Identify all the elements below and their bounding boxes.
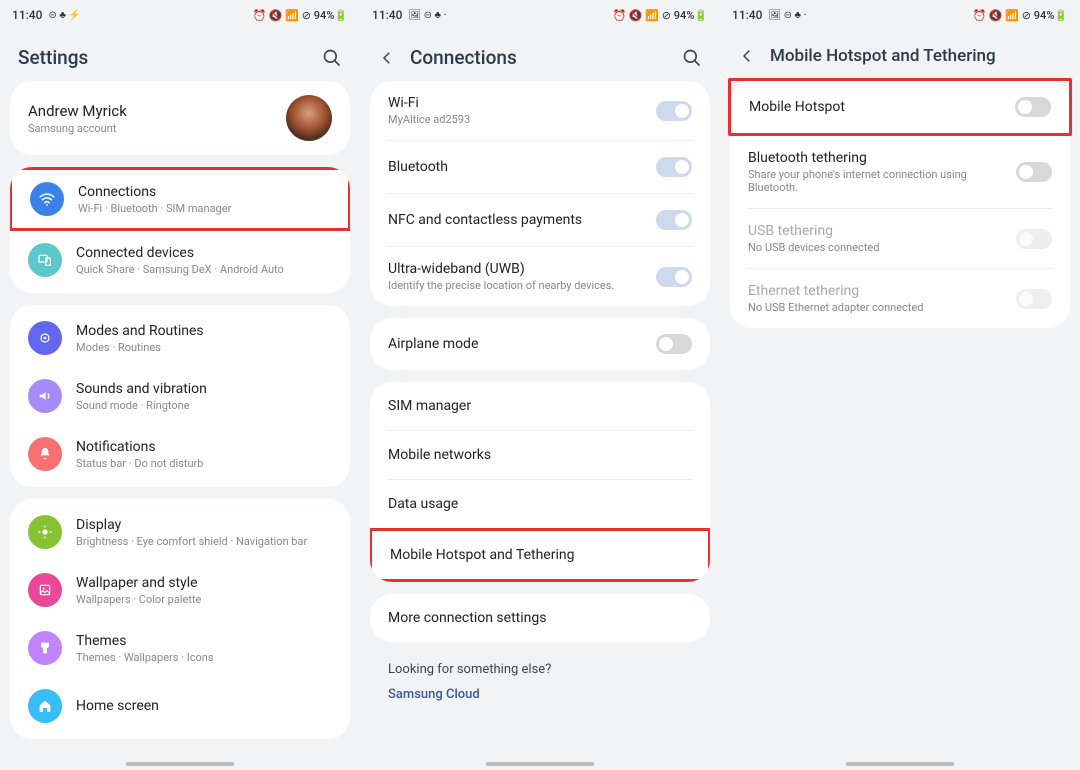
home-indicator[interactable] xyxy=(126,762,234,766)
settings-item-sounds[interactable]: Sounds and vibrationSound mode · Rington… xyxy=(10,367,350,425)
wifi-icon xyxy=(30,182,64,216)
status-right-icons: ⏰ 🔇 📶 ⊘ 94%🔋 xyxy=(252,9,348,22)
wifi-toggle[interactable] xyxy=(656,101,692,121)
account-name: Andrew Myrick xyxy=(28,102,127,120)
nfc-toggle[interactable] xyxy=(656,210,692,230)
back-icon[interactable] xyxy=(738,47,756,65)
account-sub: Samsung account xyxy=(28,122,127,135)
settings-item-home-screen[interactable]: Home screen xyxy=(10,677,350,735)
status-left-icons: ⊝ ♣ ⚡ xyxy=(48,10,80,21)
connections-more[interactable]: More connection settings xyxy=(370,594,710,642)
status-right-icons: ⏰ 🔇 📶 ⊘ 94%🔋 xyxy=(972,9,1068,22)
usb-tethering-toggle xyxy=(1016,229,1052,249)
connections-mobile-networks[interactable]: Mobile networks xyxy=(370,431,710,479)
status-right-icons: ⏰ 🔇 📶 ⊘ 94%🔋 xyxy=(612,9,708,22)
connections-nfc[interactable]: NFC and contactless payments xyxy=(370,194,710,246)
home-indicator[interactable] xyxy=(846,762,954,766)
themes-icon xyxy=(28,631,62,665)
hotspot-bluetooth-tethering[interactable]: Bluetooth tetheringShare your phone's in… xyxy=(730,136,1070,208)
bluetooth-tethering-toggle[interactable] xyxy=(1016,162,1052,182)
home-icon xyxy=(28,689,62,723)
connections-hotspot-tethering[interactable]: Mobile Hotspot and Tethering xyxy=(372,531,708,579)
home-indicator[interactable] xyxy=(486,762,594,766)
search-icon[interactable] xyxy=(322,48,342,68)
status-bar: 11:40 ⊝ ♣ ⚡ ⏰ 🔇 📶 ⊘ 94%🔋 xyxy=(0,0,360,30)
hotspot-usb-tethering: USB tetheringNo USB devices connected xyxy=(730,209,1070,268)
page-title: Connections xyxy=(410,46,517,69)
pane-settings: 11:40 ⊝ ♣ ⚡ ⏰ 🔇 📶 ⊘ 94%🔋 Settings Andrew… xyxy=(0,0,360,770)
sound-icon xyxy=(28,379,62,413)
status-bar: 11:40 🖼 ⊝ ♣ · ⏰ 🔇 📶 ⊘ 94%🔋 xyxy=(360,0,720,30)
display-icon xyxy=(28,515,62,549)
account-card[interactable]: Andrew Myrick Samsung account xyxy=(10,81,350,155)
connections-airplane[interactable]: Airplane mode xyxy=(370,318,710,370)
settings-item-modes[interactable]: Modes and RoutinesModes · Routines xyxy=(10,309,350,367)
devices-icon xyxy=(28,243,62,277)
avatar[interactable] xyxy=(286,95,332,141)
status-time: 11:40 xyxy=(372,8,402,22)
page-title: Settings xyxy=(18,46,88,69)
ethernet-tethering-toggle xyxy=(1016,289,1052,309)
pane-connections: 11:40 🖼 ⊝ ♣ · ⏰ 🔇 📶 ⊘ 94%🔋 Connections Wi… xyxy=(360,0,720,770)
hotspot-ethernet-tethering: Ethernet tetheringNo USB Ethernet adapte… xyxy=(730,269,1070,328)
connections-data-usage[interactable]: Data usage xyxy=(370,480,710,528)
wallpaper-icon xyxy=(28,573,62,607)
settings-item-connected-devices[interactable]: Connected devices Quick Share · Samsung … xyxy=(10,231,350,289)
search-icon[interactable] xyxy=(682,48,702,68)
bluetooth-toggle[interactable] xyxy=(656,157,692,177)
connections-uwb[interactable]: Ultra-wideband (UWB)Identify the precise… xyxy=(370,247,710,306)
status-time: 11:40 xyxy=(12,8,42,22)
bell-icon xyxy=(28,437,62,471)
back-icon[interactable] xyxy=(378,49,396,67)
status-time: 11:40 xyxy=(732,8,762,22)
uwb-toggle[interactable] xyxy=(656,267,692,287)
settings-item-notifications[interactable]: NotificationsStatus bar · Do not disturb xyxy=(10,425,350,483)
settings-item-themes[interactable]: ThemesThemes · Wallpapers · Icons xyxy=(10,619,350,677)
footer-link-samsung-cloud[interactable]: Samsung Cloud xyxy=(388,687,692,702)
settings-item-display[interactable]: DisplayBrightness · Eye comfort shield ·… xyxy=(10,503,350,561)
footer-question: Looking for something else? xyxy=(388,662,692,687)
status-left-icons: 🖼 ⊝ ♣ · xyxy=(408,10,446,21)
settings-item-wallpaper[interactable]: Wallpaper and styleWallpapers · Color pa… xyxy=(10,561,350,619)
modes-icon xyxy=(28,321,62,355)
airplane-toggle[interactable] xyxy=(656,334,692,354)
connections-bluetooth[interactable]: Bluetooth xyxy=(370,141,710,193)
mobile-hotspot-toggle[interactable] xyxy=(1015,97,1051,117)
connections-sim[interactable]: SIM manager xyxy=(370,382,710,430)
hotspot-mobile-hotspot[interactable]: Mobile Hotspot xyxy=(731,81,1069,133)
settings-item-connections[interactable]: Connections Wi-Fi · Bluetooth · SIM mana… xyxy=(12,170,348,228)
pane-hotspot: 11:40 🖼 ⊝ ♣ · ⏰ 🔇 📶 ⊘ 94%🔋 Mobile Hotspot… xyxy=(720,0,1080,770)
page-title: Mobile Hotspot and Tethering xyxy=(770,46,996,66)
connections-wifi[interactable]: Wi-FiMyAltice ad2593 xyxy=(370,81,710,140)
status-left-icons: 🖼 ⊝ ♣ · xyxy=(768,10,806,21)
status-bar: 11:40 🖼 ⊝ ♣ · ⏰ 🔇 📶 ⊘ 94%🔋 xyxy=(720,0,1080,30)
